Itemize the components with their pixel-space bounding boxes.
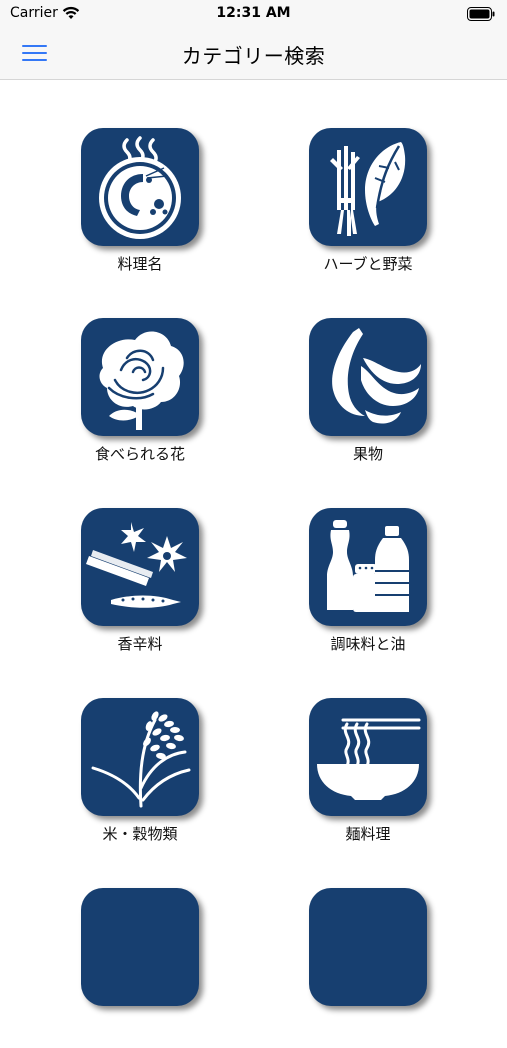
category-herbs-vegetables[interactable]: ハーブと野菜: [268, 128, 468, 288]
spice-icon: [81, 508, 199, 626]
category-label: 米・穀物類: [102, 825, 178, 843]
battery-icon: [467, 6, 495, 25]
category-label: 料理名: [117, 255, 163, 273]
page-title: カテゴリー検索: [181, 44, 326, 68]
shrimp-pot-icon: [81, 128, 199, 246]
rose-icon: [81, 318, 199, 436]
category-label: 果物: [352, 445, 383, 463]
category-spices[interactable]: 香辛料: [40, 508, 240, 668]
banana-icon: [309, 318, 427, 436]
category-icon: [81, 888, 199, 1006]
category-label: 調味料と油: [330, 635, 406, 653]
category-seasonings-oil[interactable]: 調味料と油: [268, 508, 468, 668]
noodle-bowl-icon: [309, 698, 427, 816]
category-tile-partial[interactable]: [40, 888, 240, 1048]
bottles-icon: [309, 508, 427, 626]
rice-plant-icon: [81, 698, 199, 816]
category-tile-partial[interactable]: [268, 888, 468, 1048]
category-rice-grains[interactable]: 米・穀物類: [40, 698, 240, 858]
category-grid: 料理名 ハーブと野菜 食べられる花 果物 香辛料 調味料と油 米・穀物類 麺料理: [0, 80, 507, 1006]
category-icon: [309, 888, 427, 1006]
category-label: 食べられる花: [94, 445, 185, 463]
category-label: 香辛料: [117, 635, 163, 653]
status-bar: Carrier 12:31 AM: [0, 0, 507, 28]
category-edible-flowers[interactable]: 食べられる花: [40, 318, 240, 478]
category-label: 麺料理: [345, 825, 391, 843]
category-label: ハーブと野菜: [323, 255, 413, 273]
category-dish-names[interactable]: 料理名: [40, 128, 240, 288]
category-noodle-dishes[interactable]: 麺料理: [268, 698, 468, 858]
navigation-bar: カテゴリー検索: [0, 28, 507, 80]
category-fruits[interactable]: 果物: [268, 318, 468, 478]
clock: 12:31 AM: [216, 5, 291, 21]
herbs-leaf-icon: [309, 128, 427, 246]
